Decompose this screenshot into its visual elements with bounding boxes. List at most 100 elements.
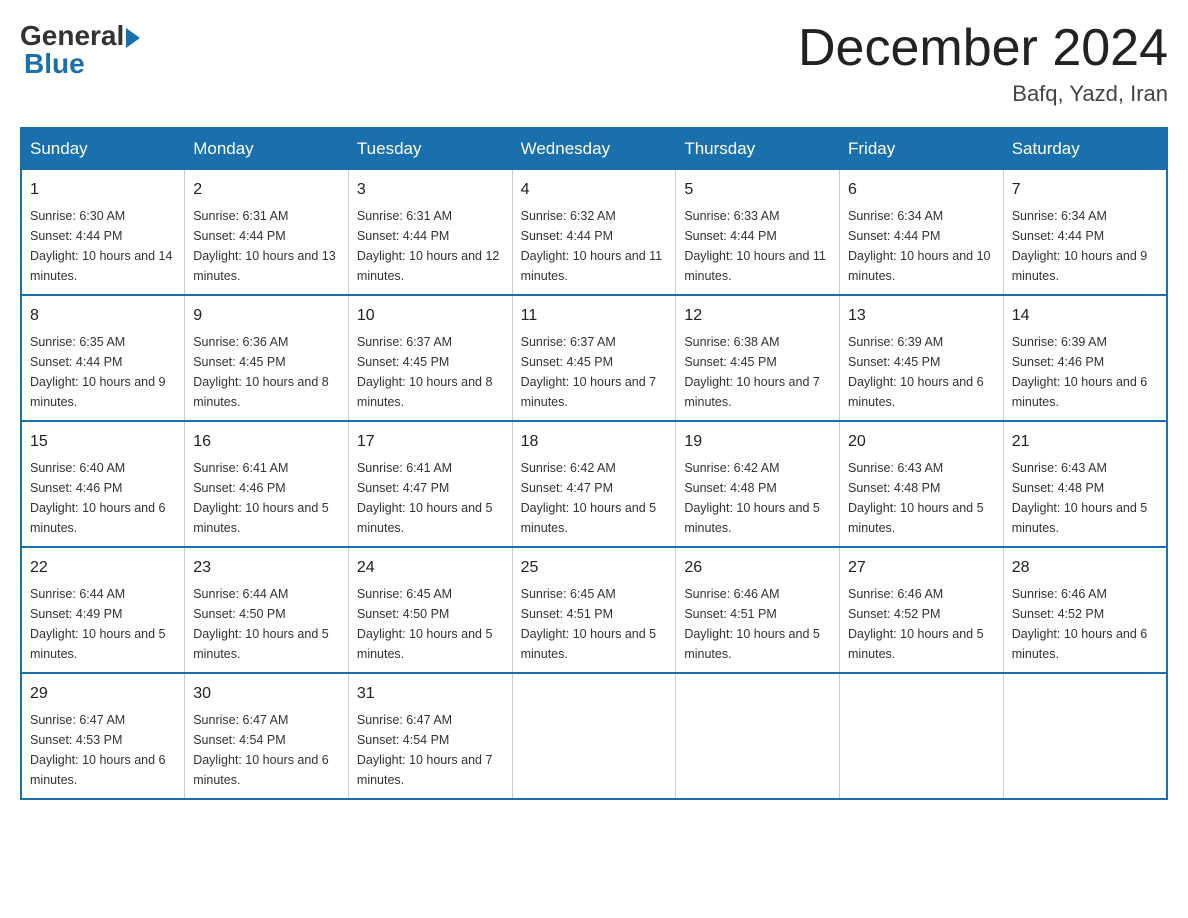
day-info: Sunrise: 6:33 AMSunset: 4:44 PMDaylight:… — [684, 206, 831, 286]
day-number: 10 — [357, 304, 504, 328]
calendar-cell: 26Sunrise: 6:46 AMSunset: 4:51 PMDayligh… — [676, 547, 840, 673]
day-number: 19 — [684, 430, 831, 454]
day-info: Sunrise: 6:43 AMSunset: 4:48 PMDaylight:… — [848, 458, 995, 538]
calendar-cell: 4 Sunrise: 6:32 AMSunset: 4:44 PMDaylight… — [512, 170, 676, 296]
day-number: 7 — [1012, 178, 1158, 202]
day-number: 9 — [193, 304, 340, 328]
calendar-week-3: 15Sunrise: 6:40 AMSunset: 4:46 PMDayligh… — [21, 421, 1167, 547]
calendar-cell: 9 Sunrise: 6:36 AMSunset: 4:45 PMDaylight… — [185, 295, 349, 421]
day-number: 31 — [357, 682, 504, 706]
day-number: 13 — [848, 304, 995, 328]
day-number: 26 — [684, 556, 831, 580]
calendar-cell — [512, 673, 676, 799]
calendar-cell: 16 Sunrise: 6:41 AMSunset: 4:46 PMDayligh… — [185, 421, 349, 547]
calendar-cell: 1Sunrise: 6:30 AMSunset: 4:44 PMDaylight… — [21, 170, 185, 296]
calendar-cell: 10 Sunrise: 6:37 AMSunset: 4:45 PMDayligh… — [348, 295, 512, 421]
calendar-header-sunday: Sunday — [21, 128, 185, 170]
day-number: 4 — [521, 178, 668, 202]
day-info: Sunrise: 6:41 AMSunset: 4:46 PMDaylight:… — [193, 458, 340, 538]
calendar-header-saturday: Saturday — [1003, 128, 1167, 170]
calendar-cell: 2 Sunrise: 6:31 AMSunset: 4:44 PMDaylight… — [185, 170, 349, 296]
day-info: Sunrise: 6:38 AMSunset: 4:45 PMDaylight:… — [684, 332, 831, 412]
day-number: 27 — [848, 556, 995, 580]
calendar-week-2: 8 Sunrise: 6:35 AMSunset: 4:44 PMDaylight… — [21, 295, 1167, 421]
calendar-cell: 30Sunrise: 6:47 AMSunset: 4:54 PMDayligh… — [185, 673, 349, 799]
calendar-cell: 19 Sunrise: 6:42 AMSunset: 4:48 PMDayligh… — [676, 421, 840, 547]
calendar-table: SundayMondayTuesdayWednesdayThursdayFrid… — [20, 127, 1168, 800]
calendar-cell: 28Sunrise: 6:46 AMSunset: 4:52 PMDayligh… — [1003, 547, 1167, 673]
calendar-cell: 12 Sunrise: 6:38 AMSunset: 4:45 PMDayligh… — [676, 295, 840, 421]
logo-arrow-icon — [126, 28, 140, 48]
calendar-header-row: SundayMondayTuesdayWednesdayThursdayFrid… — [21, 128, 1167, 170]
day-number: 12 — [684, 304, 831, 328]
day-number: 11 — [521, 304, 668, 328]
calendar-header-monday: Monday — [185, 128, 349, 170]
day-info: Sunrise: 6:36 AMSunset: 4:45 PMDaylight:… — [193, 332, 340, 412]
day-info: Sunrise: 6:45 AMSunset: 4:50 PMDaylight:… — [357, 584, 504, 664]
day-info: Sunrise: 6:31 AMSunset: 4:44 PMDaylight:… — [193, 206, 340, 286]
calendar-header-tuesday: Tuesday — [348, 128, 512, 170]
calendar-cell: 25Sunrise: 6:45 AMSunset: 4:51 PMDayligh… — [512, 547, 676, 673]
calendar-cell: 23 Sunrise: 6:44 AMSunset: 4:50 PMDayligh… — [185, 547, 349, 673]
month-title: December 2024 — [798, 20, 1168, 77]
day-number: 3 — [357, 178, 504, 202]
calendar-week-4: 22 Sunrise: 6:44 AMSunset: 4:49 PMDayligh… — [21, 547, 1167, 673]
day-info: Sunrise: 6:44 AMSunset: 4:49 PMDaylight:… — [30, 584, 176, 664]
calendar-header-friday: Friday — [840, 128, 1004, 170]
day-number: 24 — [357, 556, 504, 580]
calendar-cell: 3 Sunrise: 6:31 AMSunset: 4:44 PMDaylight… — [348, 170, 512, 296]
calendar-cell: 27 Sunrise: 6:46 AMSunset: 4:52 PMDayligh… — [840, 547, 1004, 673]
day-info: Sunrise: 6:42 AMSunset: 4:47 PMDaylight:… — [521, 458, 668, 538]
day-number: 1 — [30, 178, 176, 202]
calendar-cell — [840, 673, 1004, 799]
day-number: 30 — [193, 682, 340, 706]
day-info: Sunrise: 6:37 AMSunset: 4:45 PMDaylight:… — [521, 332, 668, 412]
day-number: 21 — [1012, 430, 1158, 454]
calendar-header-thursday: Thursday — [676, 128, 840, 170]
day-number: 5 — [684, 178, 831, 202]
calendar-cell: 29 Sunrise: 6:47 AMSunset: 4:53 PMDayligh… — [21, 673, 185, 799]
day-info: Sunrise: 6:34 AMSunset: 4:44 PMDaylight:… — [1012, 206, 1158, 286]
day-info: Sunrise: 6:32 AMSunset: 4:44 PMDaylight:… — [521, 206, 668, 286]
day-info: Sunrise: 6:35 AMSunset: 4:44 PMDaylight:… — [30, 332, 176, 412]
day-info: Sunrise: 6:47 AMSunset: 4:53 PMDaylight:… — [30, 710, 176, 790]
calendar-cell: 24 Sunrise: 6:45 AMSunset: 4:50 PMDayligh… — [348, 547, 512, 673]
day-number: 17 — [357, 430, 504, 454]
day-info: Sunrise: 6:42 AMSunset: 4:48 PMDaylight:… — [684, 458, 831, 538]
day-info: Sunrise: 6:47 AMSunset: 4:54 PMDaylight:… — [357, 710, 504, 790]
page-header: General Blue December 2024 Bafq, Yazd, I… — [20, 20, 1168, 107]
calendar-cell: 18 Sunrise: 6:42 AMSunset: 4:47 PMDayligh… — [512, 421, 676, 547]
day-number: 2 — [193, 178, 340, 202]
day-number: 18 — [521, 430, 668, 454]
day-info: Sunrise: 6:31 AMSunset: 4:44 PMDaylight:… — [357, 206, 504, 286]
day-info: Sunrise: 6:44 AMSunset: 4:50 PMDaylight:… — [193, 584, 340, 664]
calendar-cell: 7 Sunrise: 6:34 AMSunset: 4:44 PMDaylight… — [1003, 170, 1167, 296]
calendar-cell: 15Sunrise: 6:40 AMSunset: 4:46 PMDayligh… — [21, 421, 185, 547]
calendar-cell: 14Sunrise: 6:39 AMSunset: 4:46 PMDayligh… — [1003, 295, 1167, 421]
calendar-header-wednesday: Wednesday — [512, 128, 676, 170]
day-info: Sunrise: 6:34 AMSunset: 4:44 PMDaylight:… — [848, 206, 995, 286]
day-info: Sunrise: 6:43 AMSunset: 4:48 PMDaylight:… — [1012, 458, 1158, 538]
day-number: 22 — [30, 556, 176, 580]
calendar-cell: 8 Sunrise: 6:35 AMSunset: 4:44 PMDaylight… — [21, 295, 185, 421]
calendar-cell: 11 Sunrise: 6:37 AMSunset: 4:45 PMDayligh… — [512, 295, 676, 421]
day-info: Sunrise: 6:37 AMSunset: 4:45 PMDaylight:… — [357, 332, 504, 412]
day-number: 16 — [193, 430, 340, 454]
day-info: Sunrise: 6:46 AMSunset: 4:52 PMDaylight:… — [1012, 584, 1158, 664]
calendar-cell: 6 Sunrise: 6:34 AMSunset: 4:44 PMDaylight… — [840, 170, 1004, 296]
day-info: Sunrise: 6:39 AMSunset: 4:45 PMDaylight:… — [848, 332, 995, 412]
calendar-cell — [1003, 673, 1167, 799]
calendar-cell — [676, 673, 840, 799]
day-number: 6 — [848, 178, 995, 202]
day-info: Sunrise: 6:46 AMSunset: 4:52 PMDaylight:… — [848, 584, 995, 664]
calendar-cell: 20Sunrise: 6:43 AMSunset: 4:48 PMDayligh… — [840, 421, 1004, 547]
day-info: Sunrise: 6:39 AMSunset: 4:46 PMDaylight:… — [1012, 332, 1158, 412]
day-number: 29 — [30, 682, 176, 706]
day-number: 25 — [521, 556, 668, 580]
day-number: 23 — [193, 556, 340, 580]
day-number: 8 — [30, 304, 176, 328]
title-section: December 2024 Bafq, Yazd, Iran — [798, 20, 1168, 107]
logo-blue-text: Blue — [24, 48, 85, 80]
calendar-week-5: 29 Sunrise: 6:47 AMSunset: 4:53 PMDayligh… — [21, 673, 1167, 799]
day-number: 15 — [30, 430, 176, 454]
